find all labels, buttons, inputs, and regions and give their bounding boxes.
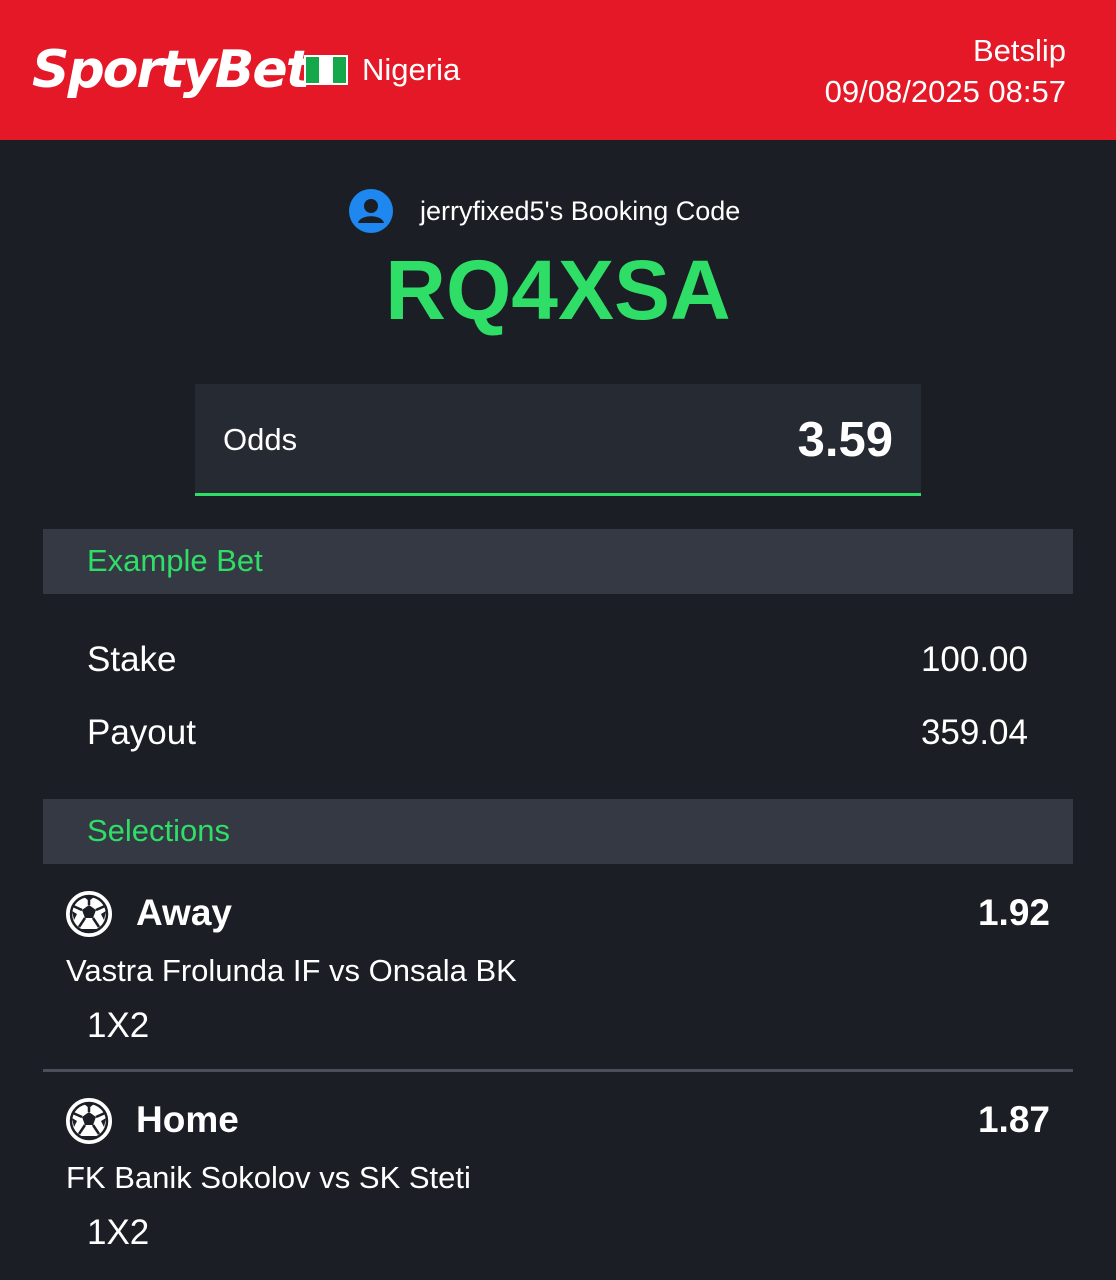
payout-label: Payout bbox=[87, 713, 196, 752]
brand-logo[interactable]: SportyBet bbox=[32, 30, 311, 110]
selection-pick: Home bbox=[136, 1099, 239, 1140]
total-odds-box: Odds 3.59 bbox=[195, 384, 921, 496]
selection-odds: 1.87 bbox=[977, 1099, 1050, 1140]
selection-match: FK Banik Sokolov vs SK Steti bbox=[66, 1160, 471, 1195]
selection-pick: Away bbox=[136, 892, 232, 933]
booking-code-label: jerryfixed5's Booking Code bbox=[420, 196, 741, 226]
stake-value: 100.00 bbox=[920, 640, 1028, 679]
odds-value: 3.59 bbox=[797, 413, 893, 467]
page-title: Betslip bbox=[972, 33, 1066, 68]
stake-label: Stake bbox=[87, 640, 177, 679]
selection-item[interactable]: Away 1.92 Vastra Frolunda IF vs Onsala B… bbox=[0, 865, 1116, 1070]
selections-header: Selections bbox=[43, 799, 1073, 864]
country-label: Nigeria bbox=[362, 52, 461, 87]
selection-market: 1X2 bbox=[87, 1006, 150, 1045]
booking-code[interactable]: RQ4XSA bbox=[0, 242, 1116, 338]
user-avatar-icon bbox=[349, 189, 393, 233]
example-bet-header: Example Bet bbox=[43, 529, 1073, 594]
selection-odds: 1.92 bbox=[977, 892, 1050, 933]
odds-label: Odds bbox=[223, 422, 298, 457]
header-bar: SportyBet Nigeria Betslip 09/08/2025 08:… bbox=[0, 0, 1116, 140]
selection-item[interactable]: Home 1.87 FK Banik Sokolov vs SK Steti 1… bbox=[0, 1072, 1116, 1280]
header-info: Betslip 09/08/2025 08:57 bbox=[825, 30, 1066, 112]
soccer-ball-icon bbox=[66, 1098, 112, 1144]
selections-title: Selections bbox=[87, 813, 231, 848]
booking-code-header: jerryfixed5's Booking Code bbox=[0, 186, 1116, 236]
nigeria-flag-icon bbox=[304, 55, 348, 85]
soccer-ball-icon bbox=[66, 891, 112, 937]
selection-match: Vastra Frolunda IF vs Onsala BK bbox=[66, 953, 517, 988]
selection-market: 1X2 bbox=[87, 1213, 150, 1252]
payout-value: 359.04 bbox=[920, 713, 1028, 752]
datetime-label: 09/08/2025 08:57 bbox=[824, 74, 1066, 109]
betslip-page: SportyBet Nigeria Betslip 09/08/2025 08:… bbox=[0, 0, 1116, 1280]
example-bet-title: Example Bet bbox=[87, 543, 263, 578]
